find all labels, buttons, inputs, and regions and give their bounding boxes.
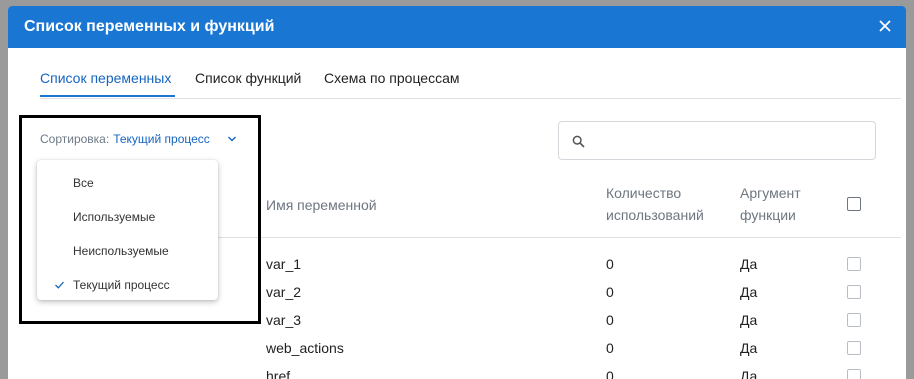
cell-variable-name: var_1 [266, 256, 302, 272]
row-checkbox[interactable] [847, 257, 861, 271]
row-checkbox[interactable] [847, 285, 861, 299]
sort-option-label: Неиспользуемые [73, 244, 169, 258]
cell-function-argument: Да [740, 284, 758, 300]
select-all-checkbox[interactable] [847, 197, 861, 211]
variables-functions-dialog: Список переменных и функций Список перем… [8, 6, 906, 379]
active-tab-indicator [40, 95, 175, 97]
row-checkbox[interactable] [847, 341, 861, 355]
cell-variable-name: web_actions [266, 340, 344, 356]
cell-usage-count: 0 [606, 340, 614, 356]
tab-variables[interactable]: Список переменных [40, 70, 171, 86]
sort-option-used[interactable]: Используемые [37, 200, 218, 234]
sort-option-label: Используемые [73, 210, 156, 224]
row-checkbox[interactable] [847, 369, 861, 379]
cell-function-argument: Да [740, 340, 758, 356]
cell-variable-name: var_3 [266, 312, 302, 328]
header-function-argument-line1: Аргумент [740, 185, 801, 201]
tab-functions[interactable]: Список функций [195, 70, 301, 86]
close-icon[interactable] [876, 17, 894, 35]
cell-usage-count: 0 [606, 284, 614, 300]
dialog-titlebar: Список переменных и функций [8, 6, 906, 48]
cell-usage-count: 0 [606, 368, 614, 379]
row-checkbox[interactable] [847, 313, 861, 327]
cell-variable-name: var_2 [266, 284, 302, 300]
cell-function-argument: Да [740, 256, 758, 272]
header-variable-name: Имя переменной [266, 197, 377, 213]
chevron-down-icon[interactable] [227, 134, 237, 144]
checkmark-icon [55, 281, 64, 289]
sort-value[interactable]: Текущий процесс [113, 132, 210, 146]
search-field[interactable] [558, 121, 876, 160]
tabs-divider [40, 98, 901, 99]
cell-function-argument: Да [740, 368, 758, 379]
cell-usage-count: 0 [606, 256, 614, 272]
sort-option-all[interactable]: Все [37, 166, 218, 200]
sort-label: Сортировка: [40, 132, 110, 146]
sort-option-label: Текущий процесс [73, 278, 170, 292]
header-usage-count-line1: Количество [606, 185, 682, 201]
sort-option-unused[interactable]: Неиспользуемые [37, 234, 218, 268]
header-function-argument-line2: функции [740, 207, 796, 223]
dialog-title: Список переменных и функций [24, 18, 275, 35]
tab-process-scheme[interactable]: Схема по процессам [324, 70, 460, 86]
sort-option-current-process[interactable]: Текущий процесс [37, 268, 218, 302]
search-input[interactable] [593, 130, 863, 152]
cell-variable-name: href [266, 368, 291, 379]
search-icon [572, 135, 585, 148]
sort-control[interactable]: Сортировка: Текущий процесс [40, 132, 236, 146]
header-function-argument: Аргумент функции [740, 182, 801, 226]
sort-dropdown-menu: Все Используемые Неиспользуемые Текущий … [37, 160, 218, 300]
cell-function-argument: Да [740, 312, 758, 328]
header-usage-count: Количество использований [606, 182, 704, 226]
header-usage-count-line2: использований [606, 207, 704, 223]
cell-usage-count: 0 [606, 312, 614, 328]
sort-option-label: Все [73, 176, 94, 190]
